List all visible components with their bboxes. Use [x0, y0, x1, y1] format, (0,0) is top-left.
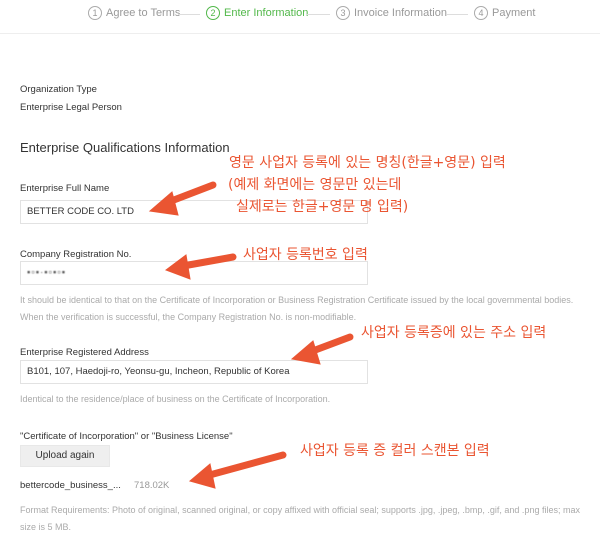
step-connector	[306, 14, 330, 15]
annotation-address: 사업자 등록증에 있는 주소 입력	[361, 325, 547, 341]
header-divider	[0, 33, 600, 34]
step-number: 4	[474, 6, 488, 20]
annotation-name-line3: 실제로는 한글+영문 명 입력)	[236, 199, 409, 215]
step-invoice-information: 3 Invoice Information	[336, 6, 447, 20]
organization-type-value: Enterprise Legal Person	[20, 102, 122, 113]
progress-stepper: 1 Agree to Terms 2 Enter Information 3 I…	[0, 0, 600, 30]
step-label: Invoice Information	[354, 7, 447, 19]
registered-address-hint: Identical to the residence/place of busi…	[20, 394, 331, 404]
step-number: 2	[206, 6, 220, 20]
step-connector	[178, 14, 200, 15]
arrow-to-uploaded-file-icon	[188, 451, 287, 489]
annotation-license: 사업자 등록 증 컬러 스캔본 입력	[300, 443, 490, 459]
full-name-label: Enterprise Full Name	[20, 183, 110, 194]
step-number: 3	[336, 6, 350, 20]
uploaded-file-name[interactable]: bettercode_business_...	[20, 480, 121, 491]
registration-number-label: Company Registration No.	[20, 249, 132, 260]
registration-number-value: ▪▫▪·▪▫▪▫▪	[27, 267, 67, 278]
registration-number-hint: It should be identical to that on the Ce…	[20, 295, 574, 322]
uploaded-file-size: 718.02K	[134, 480, 170, 491]
step-enter-information: 2 Enter Information	[206, 6, 308, 20]
registered-address-input[interactable]: B101, 107, Haedoji-ro, Yeonsu-gu, Incheo…	[20, 360, 368, 384]
step-payment: 4 Payment	[474, 6, 535, 20]
section-title: Enterprise Qualifications Information	[20, 140, 230, 155]
organization-type-label: Organization Type	[20, 84, 97, 95]
registered-address-label: Enterprise Registered Address	[20, 347, 149, 358]
step-number: 1	[88, 6, 102, 20]
step-label: Enter Information	[224, 7, 309, 19]
step-agree-to-terms: 1 Agree to Terms	[88, 6, 180, 20]
annotation-registration-number: 사업자 등록번호 입력	[243, 247, 368, 263]
registration-number-input[interactable]: ▪▫▪·▪▫▪▫▪	[20, 261, 368, 285]
annotation-name-line2: (예제 화면에는 영문만 있는데	[228, 177, 402, 193]
license-label: "Certificate of Incorporation" or "Busin…	[20, 431, 233, 442]
annotation-name-line1: 영문 사업자 등록에 있는 명칭(한글+영문) 입력	[229, 155, 506, 171]
format-requirements-hint: Format Requirements: Photo of original, …	[20, 505, 580, 532]
step-label: Agree to Terms	[106, 7, 181, 19]
step-label: Payment	[492, 7, 536, 19]
upload-again-button[interactable]: Upload again	[20, 445, 110, 467]
step-connector	[446, 14, 468, 15]
